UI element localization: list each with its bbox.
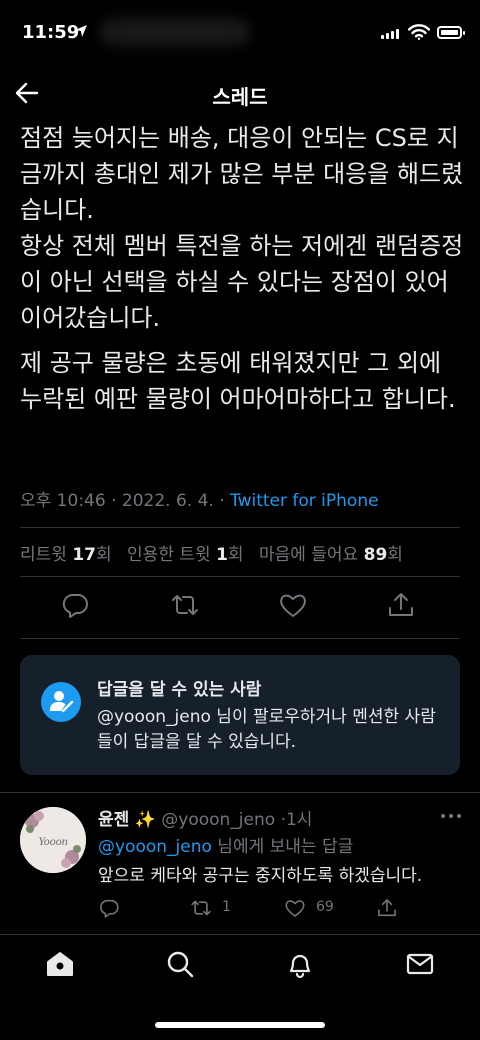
reply-share-button[interactable] (376, 897, 406, 919)
more-options-icon[interactable] (440, 813, 462, 819)
wifi-icon (408, 24, 430, 40)
reply-to-line: @yooon_jeno 님에게 보내는 답글 (98, 837, 354, 857)
battery-icon (437, 26, 465, 39)
share-icon[interactable] (386, 590, 416, 620)
reply-retweet-button[interactable]: 1 (190, 897, 250, 919)
reply-author-name[interactable]: 윤젠 (98, 810, 129, 830)
reply-retweet-count: 1 (222, 899, 231, 915)
location-arrow-icon (75, 25, 87, 37)
avatar-logo-text: Yooon (38, 834, 68, 848)
reply-time: ·1시 (280, 810, 313, 830)
sparkle-emoji: ✨ (134, 810, 156, 830)
bell-icon[interactable] (285, 949, 315, 979)
bottom-tab-bar (0, 934, 480, 1040)
share-icon (378, 899, 396, 917)
avatar[interactable]: Yooon (20, 807, 86, 873)
heart-icon[interactable] (278, 590, 308, 620)
tweet-actions (0, 590, 480, 624)
reply-comment-button[interactable] (98, 897, 128, 919)
mail-icon[interactable] (405, 949, 435, 979)
top-bar: 스레드 (0, 66, 480, 118)
reply-header: 윤젠 ✨ @yooon_jeno ·1시 (98, 805, 312, 830)
reply-restriction-title: 답글을 달 수 있는 사람 (97, 680, 262, 700)
reply-to-mention[interactable]: @yooon_jeno (98, 837, 212, 857)
blurred-region (100, 18, 250, 46)
search-icon[interactable] (165, 949, 195, 979)
reply-tweet[interactable]: Yooon 윤젠 ✨ @yooon_jeno ·1시 @yooon_jeno 님… (0, 793, 480, 933)
retweet-icon (191, 900, 211, 916)
tweet-text: 점점 늦어지는 배송, 대응이 안되는 CS로 지금까지 총대인 제가 많은 부… (20, 124, 464, 332)
retweet-icon[interactable] (170, 590, 200, 620)
tweet-stats: 리트윗 17회 인용한 트윗 1회 마음에 들어요 89회 (20, 540, 403, 565)
comment-icon[interactable] (60, 590, 90, 620)
tweet-text-continued: 제 공구 물량은 초동에 태워졌지만 그 외에 누락된 예판 물량이 어마어마하… (20, 349, 456, 413)
status-time: 11:59 (22, 22, 80, 43)
divider (20, 638, 460, 639)
tweet-meta: 오후 10:46 · 2022. 6. 4. · Twitter for iPh… (20, 486, 379, 511)
status-bar: 11:59 (0, 0, 480, 60)
home-indicator[interactable] (155, 1022, 325, 1028)
heart-icon (285, 900, 305, 917)
page-title: 스레드 (212, 85, 268, 109)
reply-restriction-body: @yooon_jeno 님이 팔로우하거나 멘션한 사람들이 답글을 달 수 있… (97, 707, 436, 752)
reply-handle[interactable]: @yooon_jeno (161, 810, 275, 830)
reply-like-button[interactable]: 69 (284, 897, 354, 919)
reply-like-count: 69 (316, 899, 334, 915)
likes-stat[interactable]: 마음에 들어요 89회 (259, 545, 403, 565)
retweets-stat[interactable]: 리트윗 17회 (20, 545, 112, 565)
tweet-source-link[interactable]: Twitter for iPhone (230, 491, 379, 511)
tweet-timestamp: 오후 10:46 · 2022. 6. 4. · (20, 491, 231, 511)
home-icon[interactable] (45, 949, 75, 979)
user-check-icon (41, 682, 81, 722)
reply-restriction-card: 답글을 달 수 있는 사람 @yooon_jeno 님이 팔로우하거나 멘션한 … (20, 655, 460, 775)
divider (20, 576, 460, 577)
quotes-stat[interactable]: 인용한 트윗 1회 (127, 545, 244, 565)
divider (20, 527, 460, 528)
comment-icon (100, 899, 119, 918)
reply-text: 앞으로 케타와 공구는 중지하도록 하겠습니다. (98, 866, 423, 886)
